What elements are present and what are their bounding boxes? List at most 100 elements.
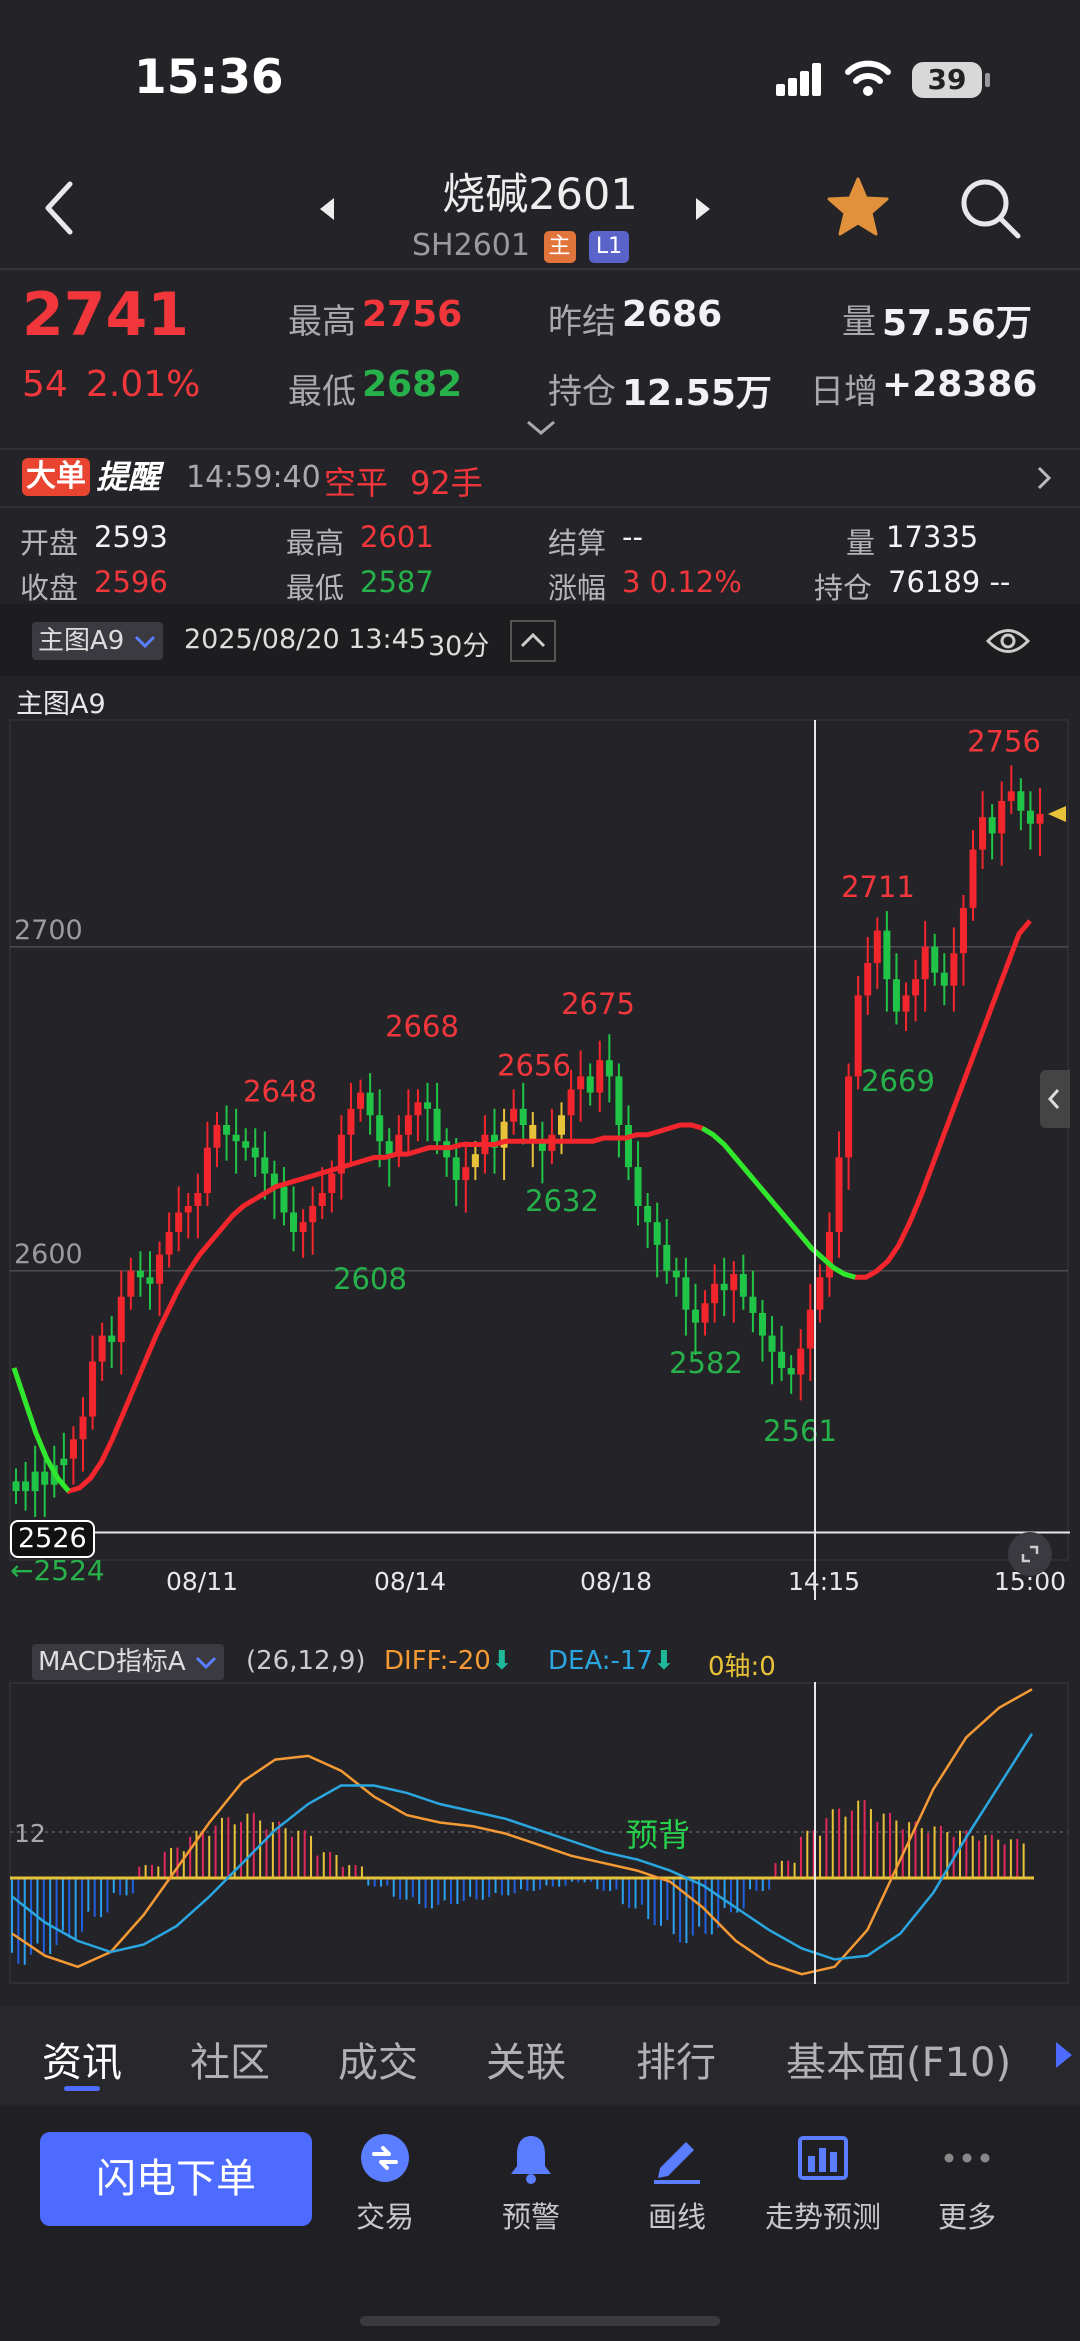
low-value: 2682 [362,364,463,405]
chevron-right-icon[interactable] [1034,464,1054,492]
y-tick-label: 2700 [14,915,83,946]
high-value: 2756 [362,294,463,335]
tab-fundamentals[interactable]: 基本面(F10) [786,2030,1011,2088]
price-annotation: 2561 [763,1414,837,1448]
contract-code-row: SH2601 主 L1 [412,228,630,263]
y-tick-label: 2600 [14,1239,83,1270]
moving-average-line [11,919,1032,1494]
candle-body [280,1186,288,1213]
candle-body [452,1157,460,1181]
alert-bar[interactable] [0,448,1080,508]
nav-forecast-label: 走势预测 [764,2200,881,2234]
favorite-star-icon[interactable] [826,176,890,238]
tab-related[interactable]: 关联 [486,2030,566,2088]
macd-selector[interactable]: MACD指标A [32,1644,224,1680]
forecast-chart-icon [798,2136,848,2180]
nav-more[interactable]: 更多 [892,2130,1042,2236]
candle-body [242,1141,250,1148]
side-panel-handle[interactable] [1040,1070,1070,1128]
macd-ref-label: 12 [14,1819,46,1848]
candle-body [711,1283,719,1304]
chart-period[interactable]: 30分 [428,624,489,663]
indicator-selector[interactable]: 主图A9 [32,622,163,660]
candle-body [921,946,929,980]
bar-oi-value: 76189 -- [888,565,1011,599]
nav-trade-label: 交易 [355,2200,414,2234]
candlestick-chart[interactable]: 2700 2600 2648 2668 2656 2675 2711 2756 2608 2632… [0,710,1080,1600]
eye-icon[interactable] [986,624,1030,658]
collapse-toolbar-button[interactable] [510,620,556,662]
main-contract-tag: 主 [543,230,576,263]
candle-body [845,1076,853,1158]
tab-ranking[interactable]: 排行 [636,2030,716,2088]
candle-body [557,1115,565,1135]
candle-body [586,1076,594,1093]
candle-body [864,963,872,996]
candle-body [232,1134,240,1142]
candle-body [471,1154,479,1168]
candle-body [519,1108,527,1125]
candle-body [1007,791,1015,801]
candle-body [299,1222,307,1232]
big-order-badge: 大单 [22,458,90,496]
low-label: 最低 [288,372,356,412]
tab-news[interactable]: 资讯 [42,2030,122,2088]
candle-body [366,1092,374,1116]
tabs-more-icon[interactable] [1054,2040,1074,2070]
candle-body [290,1212,298,1232]
candle-body [624,1125,632,1168]
nav-draw[interactable]: 画线 [602,2130,752,2236]
search-icon[interactable] [958,176,1024,242]
candle-body [950,953,958,986]
candle-body [739,1274,747,1297]
candle-body [596,1060,604,1093]
candle-body [309,1206,317,1223]
status-time: 15:36 [134,50,284,105]
price-change: 54 [22,364,68,405]
price-annotation: 2675 [561,987,635,1021]
fullscreen-button[interactable] [1008,1532,1052,1576]
candle-body [778,1351,786,1368]
arrow-down-icon: ⬇ [653,1646,675,1676]
chevron-up-icon [520,632,546,648]
candle-body [998,801,1006,834]
price-annotation: 2669 [861,1064,935,1098]
macd-chart[interactable]: 12 预背 [0,1682,1080,1984]
macd-diff-value: DIFF:-20⬇ [384,1646,513,1676]
macd-axis-value: 0轴:0 [708,1652,776,1682]
cellular-signal-icon [776,62,822,96]
candle-body [691,1309,699,1323]
tab-trades[interactable]: 成交 [338,2030,418,2088]
alert-time: 14:59:40 [186,460,321,495]
bar-low-value: 2587 [360,565,434,599]
level-tag: L1 [589,230,630,263]
macd-params: (26,12,9) [246,1646,366,1676]
candle-body [261,1157,269,1174]
next-contract-icon[interactable] [692,196,714,222]
x-tick-label: 14:15 [788,1567,860,1596]
candle-body [223,1125,231,1135]
price-change-pct: 2.01% [86,364,201,405]
last-price-marker [1048,805,1066,822]
candle-body [979,817,987,850]
prev-settle-label: 昨结 [548,302,616,342]
macd-dea-line [11,1733,1034,1961]
bar-low-label: 最低 [286,571,345,605]
candle-body [175,1212,183,1232]
expand-quote-icon[interactable] [524,418,558,438]
tab-community[interactable]: 社区 [190,2030,270,2088]
nav-forecast[interactable]: 走势预测 [748,2130,898,2236]
candle-body [98,1335,106,1362]
macd-selector-label: MACD指标A [38,1647,186,1677]
candle-body [672,1270,680,1278]
nav-more-label: 更多 [937,2200,996,2234]
contract-title: 烧碱2601 [442,170,638,220]
arrow-down-icon: ⬇ [490,1646,513,1676]
nav-alert[interactable]: 预警 [456,2130,606,2236]
nav-trade[interactable]: 交易 [310,2130,460,2236]
flash-order-button[interactable]: 闪电下单 [40,2132,312,2226]
chevron-down-icon [195,1656,217,1669]
candle-body [634,1167,642,1206]
volume-value: 57.56万 [882,303,1032,344]
reminder-badge: 提醒 [96,458,161,496]
